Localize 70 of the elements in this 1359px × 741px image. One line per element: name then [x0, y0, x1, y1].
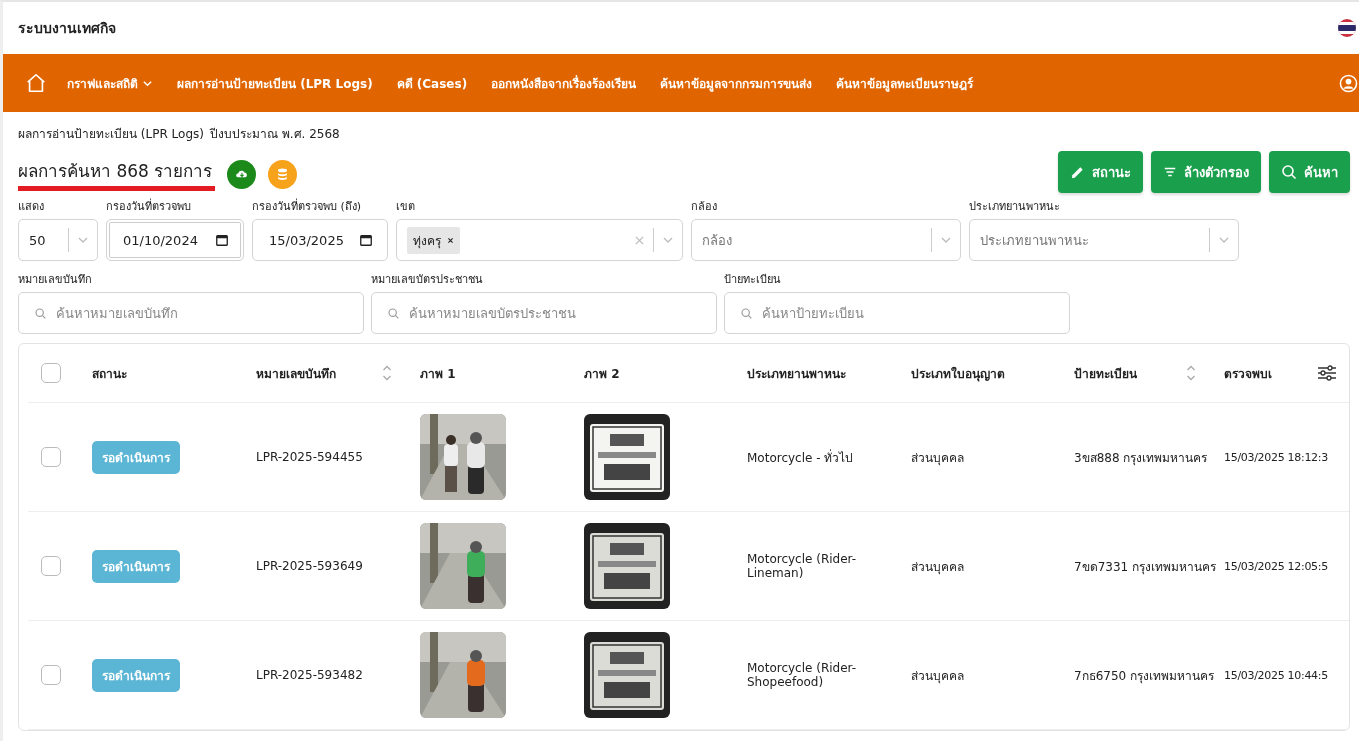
plate-number: 7กธ6750 กรุงเทพมหานคร: [1074, 667, 1214, 685]
search-icon: [387, 307, 400, 320]
result-title: ผลการค้นหา 868 รายการ: [18, 157, 216, 191]
filter-label: ประเภทยานพาหนะ: [969, 199, 1061, 215]
filter-tag[interactable]: ทุ่งครุ: [407, 226, 460, 254]
filter-label: แสดง: [18, 199, 45, 215]
license-type: ส่วนบุคคล: [911, 667, 964, 685]
filter-label: หมายเลขบัตรประชาชน: [371, 272, 484, 288]
column-header[interactable]: ตรวจพบเ: [1224, 363, 1272, 383]
column-header[interactable]: ภาพ 2: [584, 363, 620, 383]
search-icon: [740, 307, 753, 320]
filter-icon: [1163, 165, 1177, 179]
flag-icon[interactable]: [1338, 19, 1356, 37]
plate-number: 3ขส888 กรุงเทพมหานคร: [1074, 449, 1208, 467]
filter-label: ป้ายทะเบียน: [724, 272, 782, 288]
detected-time: 15/03/2025 18:12:3: [1224, 450, 1328, 464]
select-field[interactable]: กล้อง: [691, 219, 961, 261]
record-id: LPR-2025-593482: [256, 668, 363, 682]
select-field[interactable]: 50: [18, 219, 98, 261]
download-button[interactable]: [227, 159, 257, 189]
detected-time: 15/03/2025 10:44:5: [1224, 668, 1328, 682]
detected-time: 15/03/2025 12:05:5: [1224, 559, 1328, 573]
breadcrumb-page: ผลการอ่านป้ายทะเบียน (LPR Logs): [18, 126, 204, 143]
record-id: LPR-2025-594455: [256, 450, 363, 464]
multiselect-field[interactable]: ทุ่งครุ: [396, 219, 683, 261]
app-title: ระบบงานเทศกิจ: [18, 19, 116, 38]
filter-label: เขต: [396, 199, 416, 215]
row-checkbox[interactable]: [41, 556, 61, 576]
row-checkbox[interactable]: [41, 447, 61, 467]
sort-icon[interactable]: [382, 365, 392, 381]
calendar-icon[interactable]: [359, 233, 373, 247]
select-field[interactable]: ประเภทยานพาหนะ: [969, 219, 1239, 261]
status-badge: รอดำเนินการ: [92, 549, 180, 583]
clear-icon[interactable]: [634, 234, 645, 246]
row-checkbox[interactable]: [41, 665, 61, 685]
column-header[interactable]: ประเภทยานพาหนะ: [747, 363, 846, 383]
plate-number: 7ขด7331 กรุงเทพมหานคร: [1074, 558, 1216, 576]
vehicle-type: Motorcycle (Rider-Shopeefood): [747, 661, 858, 689]
search-field[interactable]: ค้นหาหมายเลขบัตรประชาชน: [371, 292, 717, 334]
remove-icon[interactable]: [447, 236, 454, 244]
date-field[interactable]: 01/10/2024: [106, 219, 244, 261]
column-header[interactable]: ป้ายทะเบียน: [1074, 363, 1137, 383]
filter-label: กรองวันที่ตรวจพบ: [106, 197, 192, 215]
license-type: ส่วนบุคคล: [911, 449, 964, 467]
column-settings-icon[interactable]: [1317, 365, 1337, 381]
select-all-checkbox[interactable]: [41, 363, 61, 383]
search-icon: [34, 307, 47, 320]
column-header[interactable]: ภาพ 1: [420, 363, 456, 383]
column-header[interactable]: หมายเลขบันทึก: [256, 363, 336, 383]
fiscal-year: ปีงบประมาณ พ.ศ. 2568: [209, 126, 340, 143]
filter-label: กรองวันที่ตรวจพบ (ถึง): [252, 197, 363, 215]
status-badge: รอดำเนินการ: [92, 440, 180, 474]
vehicle-type: Motorcycle (Rider-Lineman): [747, 552, 858, 580]
status-badge: รอดำเนินการ: [92, 658, 180, 692]
calendar-icon[interactable]: [215, 233, 229, 247]
user-icon[interactable]: [1339, 73, 1358, 93]
search-field[interactable]: ค้นหาหมายเลขบันทึก: [18, 292, 364, 334]
vehicle-type: Motorcycle - ทั่วไป: [747, 448, 854, 467]
filter-label: กล้อง: [691, 199, 718, 215]
database-button[interactable]: [268, 159, 298, 189]
column-header[interactable]: ประเภทใบอนุญาต: [911, 363, 1005, 383]
record-id: LPR-2025-593649: [256, 559, 363, 573]
column-header[interactable]: สถานะ: [92, 363, 127, 383]
search-icon: [1281, 164, 1297, 180]
search-field[interactable]: ค้นหาป้ายทะเบียน: [724, 292, 1070, 334]
sort-icon[interactable]: [1186, 365, 1196, 381]
license-type: ส่วนบุคคล: [911, 558, 964, 576]
filter-label: หมายเลขบันทึก: [18, 272, 93, 288]
date-field[interactable]: 15/03/2025: [252, 219, 388, 261]
home-icon[interactable]: [25, 72, 47, 94]
